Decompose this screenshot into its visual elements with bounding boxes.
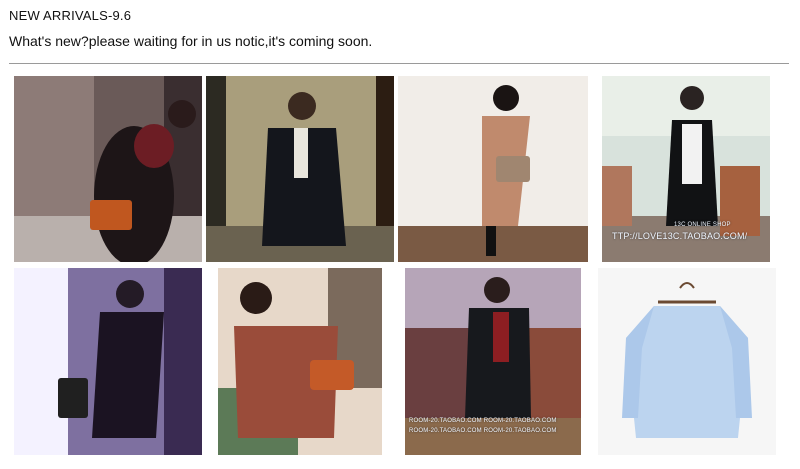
watermark-room-2: ROOM-20.TAOBAO.COM ROOM-20.TAOBAO.COM [409, 428, 557, 434]
page-title: NEW ARRIVALS-9.6 [9, 8, 132, 23]
product-photo-5[interactable] [14, 268, 202, 455]
page-subtitle: What's new?please waiting for in us noti… [9, 33, 373, 49]
product-photo-3[interactable] [398, 76, 588, 262]
product-image-blue-sweater [598, 268, 776, 455]
product-image-long-dark-coat [14, 268, 202, 455]
product-image-camel-coat [398, 76, 588, 262]
watermark-shop-top: 13C ONLINE SHOP [674, 222, 731, 228]
header-divider [9, 63, 789, 64]
product-photo-8[interactable] [598, 268, 776, 455]
product-image-navy-coat [206, 76, 394, 262]
product-photo-1[interactable] [14, 76, 202, 262]
product-image-black-coat-orange-bag [14, 76, 202, 262]
product-image-night-coat [405, 268, 581, 455]
product-photo-2[interactable] [206, 76, 394, 262]
product-photo-7[interactable]: ROOM-20.TAOBAO.COM ROOM-20.TAOBAO.COM RO… [405, 268, 581, 455]
product-photo-6[interactable] [218, 268, 382, 455]
watermark-room: ROOM-20.TAOBAO.COM ROOM-20.TAOBAO.COM [409, 418, 557, 424]
watermark-shop: TTP://LOVE13C.TAOBAO.COM/ [612, 231, 748, 241]
product-photo-4[interactable]: 13C ONLINE SHOP TTP://LOVE13C.TAOBAO.COM… [602, 76, 770, 262]
product-image-rust-sweater [218, 268, 382, 455]
